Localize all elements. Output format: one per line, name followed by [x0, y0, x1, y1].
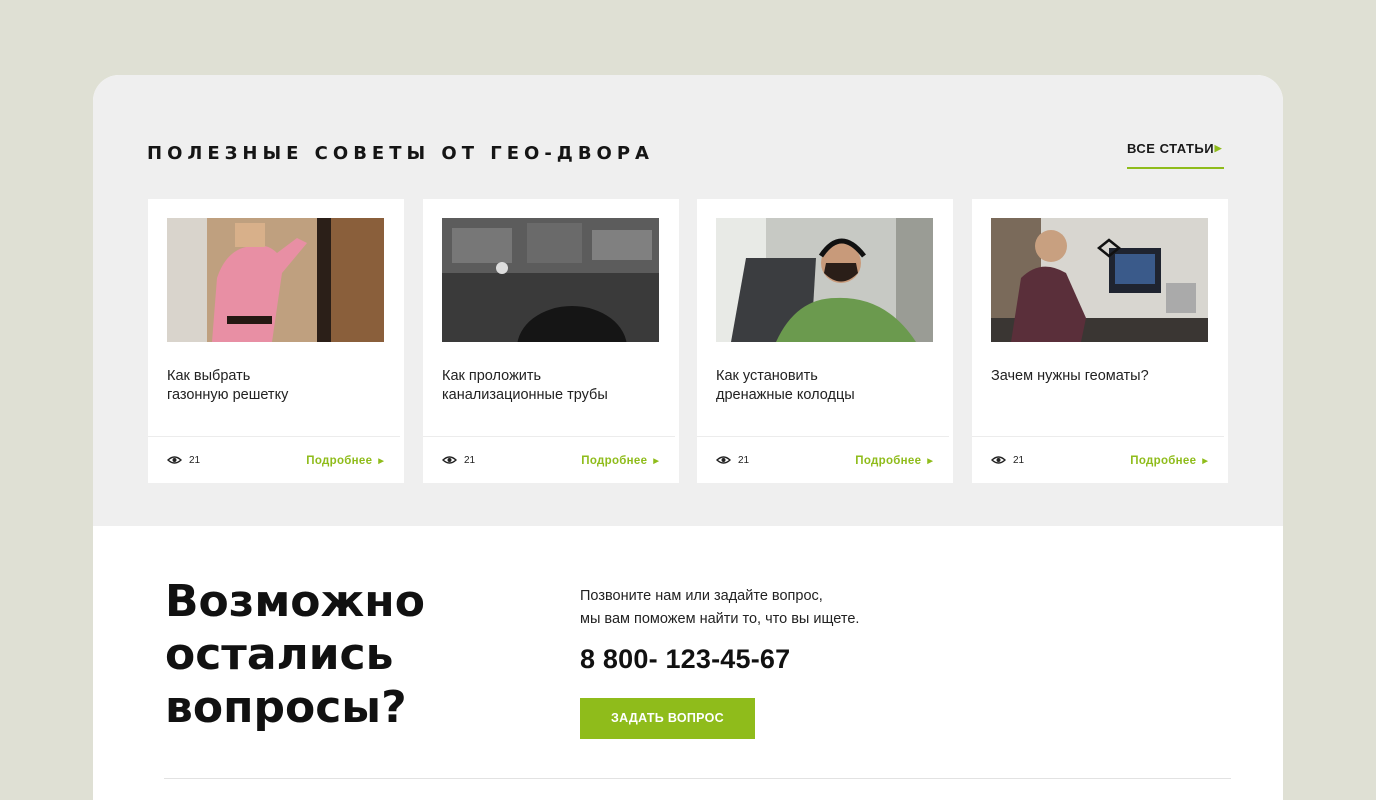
- tips-section: ПОЛЕЗНЫЕ СОВЕТЫ ОТ ГЕО-ДВОРА ВСЕ СТАТЬИ …: [93, 75, 1283, 526]
- more-link[interactable]: Подробнее ▶: [1130, 455, 1208, 467]
- eye-icon: [716, 456, 731, 464]
- all-articles-link[interactable]: ВСЕ СТАТЬИ ▶: [1127, 141, 1224, 169]
- more-link[interactable]: Подробнее ▶: [855, 455, 933, 467]
- woman-in-pink-shirt-photo[interactable]: [167, 218, 384, 342]
- card-divider: [148, 436, 400, 437]
- chevron-right-icon: ▶: [653, 458, 659, 465]
- eye-icon: [991, 456, 1006, 464]
- views-count: 21: [189, 455, 201, 466]
- more-link[interactable]: Подробнее ▶: [306, 455, 384, 467]
- more-link[interactable]: Подробнее ▶: [581, 455, 659, 467]
- article-card[interactable]: Как выбрать газонную решетку 21 Подробнее…: [148, 199, 404, 483]
- card-divider: [423, 436, 675, 437]
- chevron-right-icon: ▶: [1202, 458, 1208, 465]
- article-title[interactable]: Как проложить канализационные трубы: [442, 367, 662, 405]
- questions-heading: Возможно остались вопросы?: [165, 576, 425, 733]
- page-frame: ПОЛЕЗНЫЕ СОВЕТЫ ОТ ГЕО-ДВОРА ВСЕ СТАТЬИ …: [93, 75, 1283, 800]
- article-title[interactable]: Зачем нужны геоматы?: [991, 367, 1211, 386]
- all-articles-label: ВСЕ СТАТЬИ: [1127, 141, 1215, 156]
- phone-number[interactable]: 8 800- 123-45-67: [580, 644, 790, 675]
- chevron-right-icon: ▶: [1214, 143, 1222, 153]
- footer-divider: [164, 778, 1231, 779]
- eye-icon: [442, 456, 457, 464]
- section-title: ПОЛЕЗНЫЕ СОВЕТЫ ОТ ГЕО-ДВОРА: [147, 143, 654, 164]
- article-title[interactable]: Как установить дренажные колодцы: [716, 367, 936, 405]
- views-count: 21: [1013, 455, 1025, 466]
- article-title[interactable]: Как выбрать газонную решетку: [167, 367, 387, 405]
- card-divider: [697, 436, 949, 437]
- article-card[interactable]: Как установить дренажные колодцы 21 Подро…: [697, 199, 953, 483]
- chevron-right-icon: ▶: [927, 458, 933, 465]
- man-at-desk-photo[interactable]: [991, 218, 1208, 342]
- ask-question-button[interactable]: ЗАДАТЬ ВОПРОС: [580, 698, 755, 739]
- views-count: 21: [464, 455, 476, 466]
- views-count: 21: [738, 455, 750, 466]
- chevron-right-icon: ▶: [378, 458, 384, 465]
- article-card[interactable]: Зачем нужны геоматы? 21 Подробнее ▶: [972, 199, 1228, 483]
- card-divider: [972, 436, 1224, 437]
- questions-description: Позвоните нам или задайте вопрос, мы вам…: [580, 588, 860, 627]
- article-card[interactable]: Как проложить канализационные трубы 21 По…: [423, 199, 679, 483]
- man-with-headphones-photo[interactable]: [716, 218, 933, 342]
- grayscale-monitors-photo[interactable]: [442, 218, 659, 342]
- eye-icon: [167, 456, 182, 464]
